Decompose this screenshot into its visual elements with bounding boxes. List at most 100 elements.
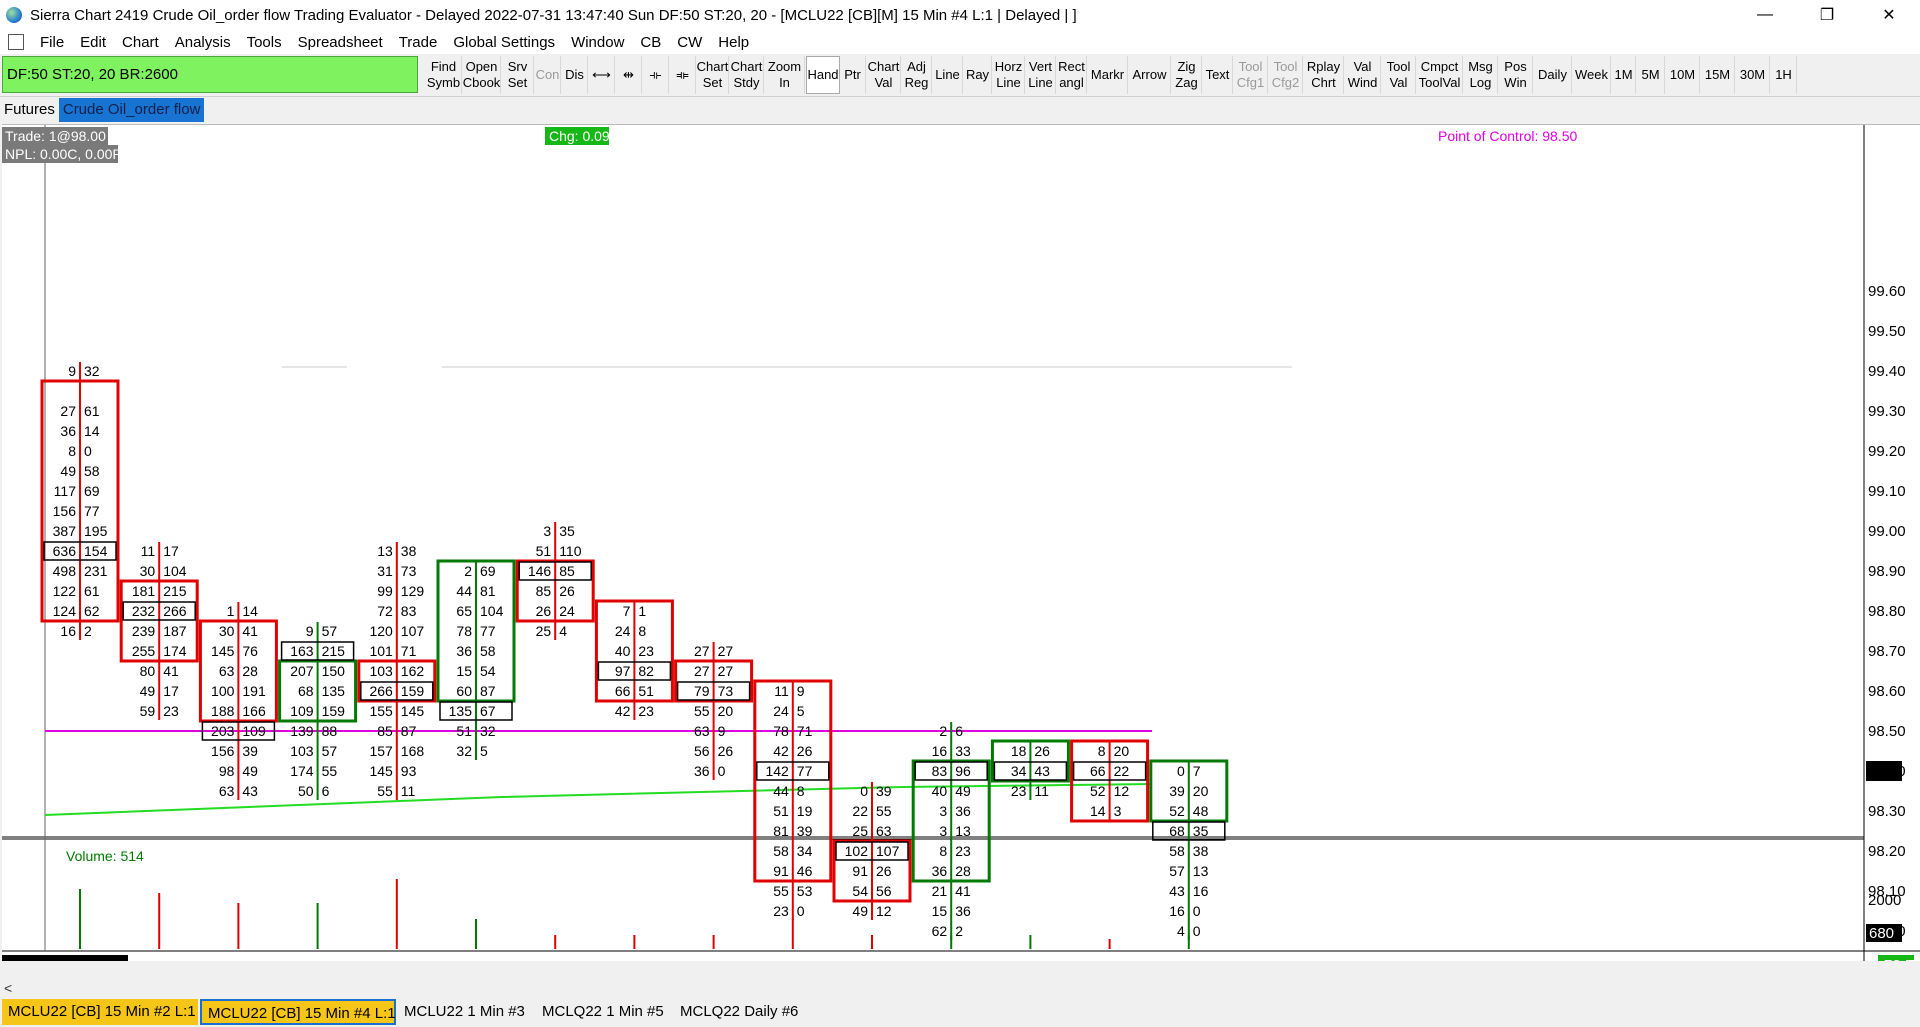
toolbar-button-daily[interactable]: Daily <box>1534 56 1572 94</box>
toolbar-button-ray[interactable]: Ray <box>964 56 992 94</box>
toolbar-button-scale-icon-7[interactable]: ⟛ <box>643 56 669 94</box>
toolbar-button-1h[interactable]: 1H <box>1771 56 1797 94</box>
footprint-bar[interactable]: 9 57 163 215 207 150 68 135 109 159 139 88 103 57 174 5… <box>278 622 358 800</box>
toolbar-button-chart-val[interactable]: Chart Val <box>867 56 901 94</box>
toolbar-button-dis[interactable]: Dis <box>562 56 588 94</box>
menu-chart[interactable]: Chart <box>114 34 167 51</box>
toolbar-button-30m[interactable]: 30M <box>1736 56 1770 94</box>
footprint-bar[interactable]: 3 35 51 110 146 85 85 26 26 24 25 4 <box>515 522 595 640</box>
bid-volume: 98 <box>219 763 235 779</box>
toolbar-button-15m[interactable]: 15M <box>1701 56 1735 94</box>
toolbar-button-zig-zag[interactable]: Zig Zag <box>1172 56 1202 94</box>
ask-volume: 266 <box>163 603 187 619</box>
toolbar-button-horz-line[interactable]: Horz Line <box>993 56 1025 94</box>
footprint-bar[interactable]: 7 1 24 8 40 23 97 82 66 51 42 23 <box>594 599 674 720</box>
toolbar-button-cmpct-toolval[interactable]: Cmpct ToolVal <box>1417 56 1463 94</box>
ask-volume: 77 <box>84 503 100 519</box>
tab-futures[interactable]: Futures <box>0 98 59 122</box>
ask-volume: 35 <box>559 523 575 539</box>
menu-file[interactable]: File <box>32 34 72 51</box>
close-button[interactable]: ✕ <box>1858 0 1920 30</box>
chart-window-tab-1[interactable]: MCLU22 [CB] 15 Min #2 L:1 <box>2 999 198 1025</box>
footprint-bar[interactable]: 13 38 31 73 99 129 72 83 120 107 101 71 103 162 266 159… <box>357 542 437 800</box>
toolbar-button-val-wind[interactable]: Val Wind <box>1345 56 1381 94</box>
toolbar-button-rect-angl[interactable]: Rect angl <box>1057 56 1087 94</box>
bid-volume: 3 <box>939 823 947 839</box>
toolbar-button-srv-set[interactable]: Srv Set <box>502 56 534 94</box>
tab-crude-oil-order-flow[interactable]: Crude Oil_order flow <box>58 98 205 122</box>
bid-volume: 51 <box>536 543 552 559</box>
footprint-bar[interactable]: 0 39 22 55 25 63 102 107 91 26 54 56 49 12 <box>832 782 912 920</box>
menu-window[interactable]: Window <box>563 34 632 51</box>
menu-cb[interactable]: CB <box>632 34 669 51</box>
bid-volume: 80 <box>140 663 156 679</box>
toolbar-button-find-symb[interactable]: Find Symb <box>426 56 462 94</box>
time-axis-label: 17:45 <box>1487 958 1525 961</box>
footprint-bar[interactable]: 8 20 66 22 52 12 14 3 <box>1070 739 1150 823</box>
menu-bar: File Edit Chart Analysis Tools Spreadshe… <box>0 30 1920 82</box>
toolbar-button-hand[interactable]: Hand <box>806 56 840 94</box>
chart-window-tab-5[interactable]: MCLQ22 Daily #6 <box>674 999 806 1025</box>
bid-volume: 36 <box>694 763 710 779</box>
footprint-bar[interactable]: 2 616 3383 9640 493 363 138 2336 2821 4115 3662 2 <box>911 722 991 940</box>
menu-spreadsheet[interactable]: Spreadsheet <box>290 34 391 51</box>
footprint-bar[interactable]: 0 739 2052 4868 3558 3857 1343 1616 04 0 <box>1149 759 1229 940</box>
price-axis-label: 98.50 <box>1868 723 1906 740</box>
toolbar-button-text[interactable]: Text <box>1203 56 1233 94</box>
toolbar-button-pos-win[interactable]: Pos Win <box>1499 56 1533 94</box>
toolbar-button-line[interactable]: Line <box>933 56 963 94</box>
footprint-bar[interactable]: 1 14 30 41 145 76 63 28 100 191 188 166 203 109 156 39 9… <box>198 602 278 800</box>
menu-edit[interactable]: Edit <box>72 34 114 51</box>
toolbar-button-ptr[interactable]: Ptr <box>840 56 866 94</box>
toolbar-button-chart-stdy[interactable]: Chart Stdy <box>730 56 764 94</box>
bid-volume: 145 <box>211 643 235 659</box>
menu-help[interactable]: Help <box>710 34 757 51</box>
order-flow-chart[interactable]: 9 3227 6136 148 049 58117 69156 77387 195636 1544… <box>2 125 1920 975</box>
toolbar-button-week[interactable]: Week <box>1573 56 1611 94</box>
chart-area[interactable]: 9 32 27 61 36 14 8 0 49 58 117 69 156 77 387 195 636 154 4… <box>2 124 1920 975</box>
footprint-bar[interactable]: 11 17 30 104 181 215 232 266 239 187 255 174 80 41 49 1… <box>119 542 199 720</box>
chart-window-tab-4[interactable]: MCLQ22 1 Min #5 <box>536 999 672 1025</box>
toolbar-button-scale-icon-6[interactable]: ⇹ <box>616 56 642 94</box>
chart-window-tab-2[interactable]: MCLU22 [CB] 15 Min #4 L:1 <box>200 999 396 1025</box>
toolbar-button-1m[interactable]: 1M <box>1612 56 1636 94</box>
toolbar-button-open-cbook[interactable]: Open Cbook <box>463 56 501 94</box>
ask-volume: 13 <box>955 823 971 839</box>
toolbar-button-scale-icon-5[interactable]: ⟷ <box>589 56 615 94</box>
toolbar-button-markr[interactable]: Markr <box>1088 56 1128 94</box>
bid-volume: 25 <box>852 823 868 839</box>
menu-global-settings[interactable]: Global Settings <box>445 34 563 51</box>
document-icon[interactable] <box>8 34 24 50</box>
maximize-button[interactable]: ❐ <box>1796 0 1858 30</box>
horizontal-scrollbar[interactable]: < <box>0 980 1920 996</box>
bid-volume: 3 <box>939 803 947 819</box>
footprint-bar[interactable]: 27 27 27 27 79 73 55 20 63 9 56 26 36 0 <box>674 642 754 780</box>
scroll-left-icon[interactable]: < <box>4 980 12 996</box>
toolbar-button-rplay-chrt[interactable]: Rplay Chrt <box>1304 56 1344 94</box>
toolbar-button-vert-line[interactable]: Vert Line <box>1026 56 1056 94</box>
bid-volume: 25 <box>536 623 552 639</box>
bid-volume: 8 <box>68 443 76 459</box>
toolbar-button-5m[interactable]: 5M <box>1637 56 1665 94</box>
toolbar-button-tool-val[interactable]: Tool Val <box>1382 56 1416 94</box>
bid-volume: 101 <box>369 643 393 659</box>
toolbar-button-adj-reg[interactable]: Adj Reg <box>902 56 932 94</box>
time-axis-label: 17:15 <box>1328 958 1366 961</box>
footprint-bar[interactable]: 9 32 27 61 36 14 8 0 49 58 117 69 156 77 387 195 636 154 4… <box>40 362 120 640</box>
menu-cw[interactable]: CW <box>669 34 710 51</box>
minimize-button[interactable]: — <box>1734 0 1796 30</box>
menu-trade[interactable]: Trade <box>391 34 446 51</box>
menu-tools[interactable]: Tools <box>239 34 290 51</box>
bid-volume: 135 <box>449 703 473 719</box>
toolbar-button-10m[interactable]: 10M <box>1666 56 1700 94</box>
footprint-bar[interactable]: 11 9 24 5 78 71 42 26 142 77 44 8 51 19 81 39 58 34 91 46 55… <box>753 679 833 920</box>
footprint-bar[interactable]: 18 26 34 43 23 11 <box>990 739 1070 800</box>
ask-volume: 195 <box>84 523 108 539</box>
toolbar-button-chart-set[interactable]: Chart Set <box>697 56 729 94</box>
menu-analysis[interactable]: Analysis <box>167 34 239 51</box>
toolbar-button-zoom-in[interactable]: Zoom In <box>765 56 805 94</box>
toolbar-button-arrow[interactable]: Arrow <box>1129 56 1171 94</box>
toolbar-button-scale-icon-8[interactable]: ⟚ <box>670 56 696 94</box>
chart-window-tab-3[interactable]: MCLU22 1 Min #3 <box>398 999 534 1025</box>
toolbar-button-msg-log[interactable]: Msg Log <box>1464 56 1498 94</box>
